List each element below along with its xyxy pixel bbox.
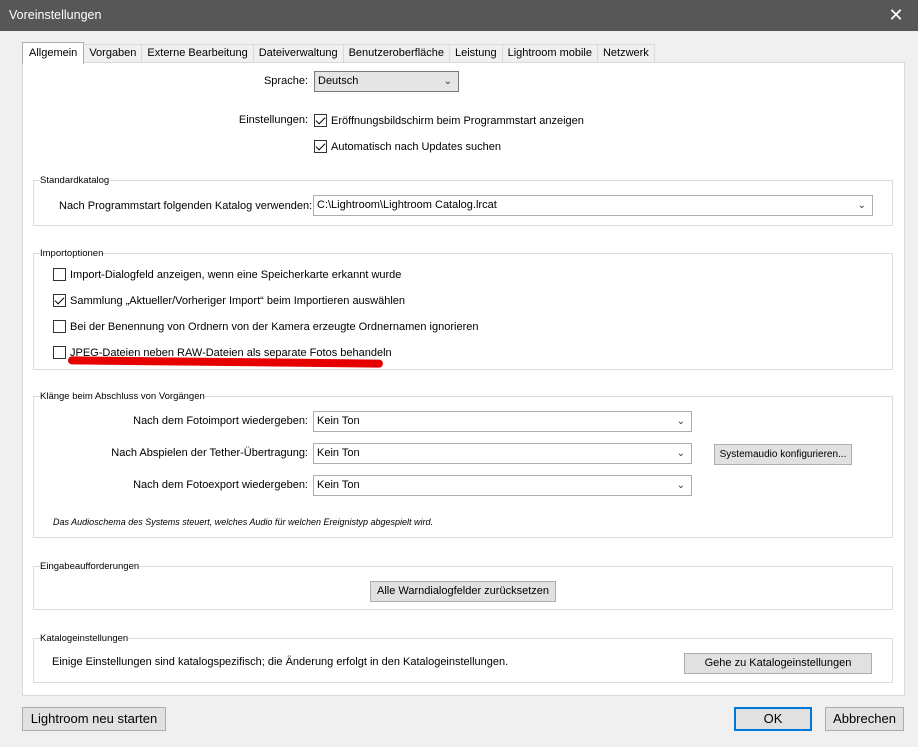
chevron-down-icon: ⌄ xyxy=(443,76,452,87)
checkbox-box[interactable] xyxy=(53,268,66,281)
title-bar: Voreinstellungen ✕ xyxy=(0,0,918,31)
tab-externe-bearbeitung[interactable]: Externe Bearbeitung xyxy=(141,44,254,63)
ignore-folder-names-checkbox[interactable]: Bei der Benennung von Ordnern von der Ka… xyxy=(53,320,478,333)
reset-warnings-button[interactable]: Alle Warndialogfelder zurücksetzen xyxy=(370,581,556,602)
splash-label: Eröffnungsbildschirm beim Programmstart … xyxy=(331,114,584,127)
sound-tether-value: Kein Ton xyxy=(317,447,360,459)
sound-import-label: Nach dem Fotoimport wiedergeben: xyxy=(133,415,308,427)
sound-export-value: Kein Ton xyxy=(317,479,360,491)
settings-label: Einstellungen: xyxy=(238,114,308,126)
sound-tether-select[interactable]: Kein Ton ⌄ xyxy=(313,443,692,464)
chevron-down-icon: ⌄ xyxy=(676,480,685,491)
cancel-button[interactable]: Abbrechen xyxy=(825,707,904,731)
tab-benutzeroberflaeche[interactable]: Benutzeroberfläche xyxy=(342,44,450,63)
select-collection-label: Sammlung „Aktueller/Vorheriger Import“ b… xyxy=(70,294,406,307)
tab-bar: Allgemein Vorgaben Externe Bearbeitung D… xyxy=(22,42,655,64)
language-label: Sprache: xyxy=(263,75,308,87)
sound-export-select[interactable]: Kein Ton ⌄ xyxy=(313,475,692,496)
select-collection-checkbox[interactable]: Sammlung „Aktueller/Vorheriger Import“ b… xyxy=(53,294,405,307)
tab-allgemein[interactable]: Allgemein xyxy=(22,42,85,64)
go-to-catalog-settings-button[interactable]: Gehe zu Katalogeinstellungen xyxy=(684,653,872,674)
checkbox-box[interactable] xyxy=(53,346,66,359)
sound-import-select[interactable]: Kein Ton ⌄ xyxy=(313,411,692,432)
catalog-value: C:\Lightroom\Lightroom Catalog.lrcat xyxy=(317,199,497,211)
import-dialog-checkbox[interactable]: Import-Dialogfeld anzeigen, wenn eine Sp… xyxy=(53,268,401,281)
splash-checkbox[interactable]: Eröffnungsbildschirm beim Programmstart … xyxy=(314,114,584,127)
window-title: Voreinstellungen xyxy=(9,8,102,22)
tab-dateiverwaltung[interactable]: Dateiverwaltung xyxy=(252,44,344,63)
configure-audio-button[interactable]: Systemaudio konfigurieren... xyxy=(714,444,852,465)
restart-lightroom-button[interactable]: Lightroom neu starten xyxy=(22,707,166,731)
checkbox-box[interactable] xyxy=(314,140,327,153)
chevron-down-icon: ⌄ xyxy=(676,416,685,427)
close-icon[interactable]: ✕ xyxy=(874,0,918,31)
standard-catalog-legend: Standardkatalog xyxy=(40,175,110,186)
tab-leistung[interactable]: Leistung xyxy=(449,44,503,63)
catalog-select[interactable]: C:\Lightroom\Lightroom Catalog.lrcat ⌄ xyxy=(313,195,873,216)
chevron-down-icon: ⌄ xyxy=(676,448,685,459)
checkbox-box[interactable] xyxy=(53,294,66,307)
tab-lightroom-mobile[interactable]: Lightroom mobile xyxy=(501,44,598,63)
updates-label: Automatisch nach Updates suchen xyxy=(331,140,501,153)
import-dialog-label: Import-Dialogfeld anzeigen, wenn eine Sp… xyxy=(70,268,402,281)
prompts-legend: Eingabeaufforderungen xyxy=(40,561,140,572)
sound-tether-label: Nach Abspielen der Tether-Übertragung: xyxy=(111,447,308,459)
language-value: Deutsch xyxy=(318,75,359,87)
checkbox-box[interactable] xyxy=(53,320,66,333)
tab-vorgaben[interactable]: Vorgaben xyxy=(83,44,143,63)
audio-note: Das Audioschema des Systems steuert, wel… xyxy=(53,517,434,527)
tab-netzwerk[interactable]: Netzwerk xyxy=(596,44,655,63)
import-options-legend: Importoptionen xyxy=(40,248,104,259)
catalog-label: Nach Programmstart folgenden Katalog ver… xyxy=(59,200,313,212)
ignore-folder-names-label: Bei der Benennung von Ordnern von der Ka… xyxy=(70,320,479,333)
ok-button[interactable]: OK xyxy=(734,707,812,731)
chevron-down-icon: ⌄ xyxy=(857,200,866,211)
checkbox-box[interactable] xyxy=(314,114,327,127)
catalog-settings-text: Einige Einstellungen sind katalogspezifi… xyxy=(52,656,509,668)
sound-import-value: Kein Ton xyxy=(317,415,360,427)
catalog-settings-legend: Katalogeinstellungen xyxy=(40,633,129,644)
sound-export-label: Nach dem Fotoexport wiedergeben: xyxy=(133,479,308,491)
sounds-legend: Klänge beim Abschluss von Vorgängen xyxy=(40,391,205,402)
updates-checkbox[interactable]: Automatisch nach Updates suchen xyxy=(314,140,501,153)
language-select[interactable]: Deutsch ⌄ xyxy=(314,71,459,92)
